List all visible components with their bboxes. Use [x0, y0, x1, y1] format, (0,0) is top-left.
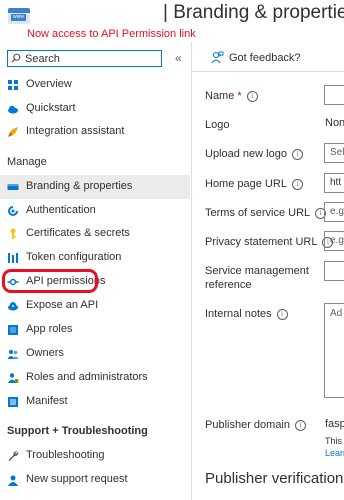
- sidebar-item-label: Troubleshooting: [26, 449, 105, 461]
- privacy-label: Privacy statement URL i: [205, 236, 334, 248]
- sidebar-item-certificates-secrets[interactable]: Certificates & secrets: [0, 222, 190, 246]
- privacy-statement-field[interactable]: e.g: [324, 231, 344, 251]
- sidebar-item-label: Overview: [26, 78, 72, 90]
- terms-of-service-field[interactable]: e.g: [324, 202, 344, 222]
- sidebar-item-label: Quickstart: [26, 102, 76, 114]
- wrench-icon: [8, 451, 19, 461]
- home-page-label: Home page URL i: [205, 178, 303, 190]
- toolbar-divider: [192, 71, 344, 72]
- logo-value: None: [325, 117, 344, 129]
- home-page-label-text: Home page URL: [205, 178, 287, 190]
- manifest-icon: [8, 397, 18, 407]
- search-icon: [11, 53, 21, 63]
- sidebar-item-branding-properties[interactable]: Branding & properties: [0, 175, 190, 199]
- branding-icon: [7, 184, 19, 190]
- internal-notes-label-text: Internal notes: [205, 308, 272, 320]
- sidebar-item-new-support-request[interactable]: New support request: [0, 468, 190, 492]
- name-label-text: Name: [205, 90, 235, 102]
- collapse-sidebar-icon[interactable]: «: [175, 51, 182, 65]
- sidebar-item-manifest[interactable]: Manifest: [0, 390, 190, 414]
- support-person-icon: [8, 475, 18, 486]
- sidebar-item-owners[interactable]: Owners: [0, 342, 190, 366]
- sidebar-item-troubleshooting[interactable]: Troubleshooting: [0, 444, 190, 468]
- app-icon-text: www: [11, 14, 26, 21]
- sidebar-item-label: App roles: [26, 323, 73, 335]
- roles-icon: [8, 373, 19, 383]
- info-icon[interactable]: i: [291, 148, 303, 160]
- sidebar-item-expose-an-api[interactable]: Expose an API: [0, 294, 190, 318]
- got-feedback-button[interactable]: Got feedback?: [229, 52, 301, 64]
- sidebar-item-roles-administrators[interactable]: Roles and administrators: [0, 366, 190, 390]
- terms-label-text: Terms of service URL: [205, 207, 311, 219]
- publisher-domain-label: Publisher domain i: [205, 419, 306, 431]
- privacy-label-text: Privacy statement URL: [205, 236, 318, 248]
- app-icon: www: [8, 8, 30, 24]
- sidebar-item-label: Roles and administrators: [26, 371, 148, 383]
- people-icon: [7, 350, 19, 359]
- info-icon[interactable]: i: [295, 419, 306, 431]
- sidebar-item-overview[interactable]: Overview: [0, 73, 190, 97]
- home-page-url-field[interactable]: htt: [324, 173, 344, 193]
- publisher-domain-note: This c: [325, 436, 344, 446]
- cloud-api-icon: [8, 302, 18, 311]
- name-label: Name * i: [205, 90, 258, 102]
- sidebar-item-token-configuration[interactable]: Token configuration: [0, 246, 190, 270]
- sidebar-item-quickstart[interactable]: Quickstart: [0, 97, 190, 121]
- upload-logo-label: Upload new logo i: [205, 148, 303, 160]
- authentication-icon: [8, 206, 18, 216]
- sidebar-divider: [191, 42, 192, 500]
- sidebar-item-label: Authentication: [26, 204, 96, 216]
- token-icon: [8, 253, 18, 263]
- logo-label: Logo: [205, 119, 230, 131]
- search-input[interactable]: [25, 52, 155, 65]
- upload-logo-label-text: Upload new logo: [205, 148, 287, 160]
- upload-logo-field[interactable]: Sel: [324, 143, 344, 163]
- terms-label: Terms of service URL i: [205, 207, 327, 219]
- sidebar-item-authentication[interactable]: Authentication: [0, 199, 190, 223]
- manage-section-header: Manage: [7, 156, 47, 168]
- service-management-field[interactable]: [324, 261, 344, 281]
- annotation-text: Now access to API Permission link: [27, 28, 196, 40]
- service-management-label: Service management reference: [205, 265, 309, 291]
- service-management-label-line2: reference: [205, 279, 252, 291]
- info-icon[interactable]: i: [276, 308, 288, 320]
- cloud-icon: [8, 105, 18, 114]
- info-icon[interactable]: i: [246, 90, 258, 102]
- publisher-verification-title: Publisher verification: [205, 470, 344, 487]
- sidebar-item-label: Expose an API: [26, 299, 99, 311]
- service-management-label-line1: Service management: [205, 265, 309, 277]
- sidebar-item-label: Integration assistant: [26, 125, 125, 137]
- page-title: | Branding & properties: [163, 2, 344, 23]
- sidebar-item-label: Token configuration: [26, 251, 122, 263]
- app-roles-icon: [8, 325, 18, 335]
- sidebar-item-label: Manifest: [26, 395, 68, 407]
- publisher-domain-value: fasps: [325, 418, 344, 430]
- search-box[interactable]: [7, 50, 162, 67]
- rocket-icon: [8, 127, 18, 137]
- internal-notes-field[interactable]: Ad: [324, 303, 344, 398]
- grid-icon: [8, 80, 18, 90]
- sidebar-item-app-roles[interactable]: App roles: [0, 318, 190, 342]
- key-icon: [10, 228, 16, 239]
- required-marker: *: [237, 90, 242, 102]
- publisher-domain-label-text: Publisher domain: [205, 419, 290, 431]
- feedback-icon: [211, 51, 224, 64]
- name-field[interactable]: [324, 85, 344, 105]
- sidebar-item-label: Branding & properties: [26, 180, 133, 192]
- sidebar-item-label: Owners: [26, 347, 64, 359]
- internal-notes-label: Internal notes i: [205, 308, 288, 320]
- learn-more-link[interactable]: Learn: [325, 448, 344, 458]
- sidebar-item-label: New support request: [26, 473, 128, 485]
- sidebar-item-label: Certificates & secrets: [26, 227, 130, 239]
- support-section-header: Support + Troubleshooting: [7, 425, 148, 437]
- info-icon[interactable]: i: [291, 178, 303, 190]
- api-permissions-highlight: [2, 269, 98, 293]
- sidebar-item-integration-assistant[interactable]: Integration assistant: [0, 120, 190, 144]
